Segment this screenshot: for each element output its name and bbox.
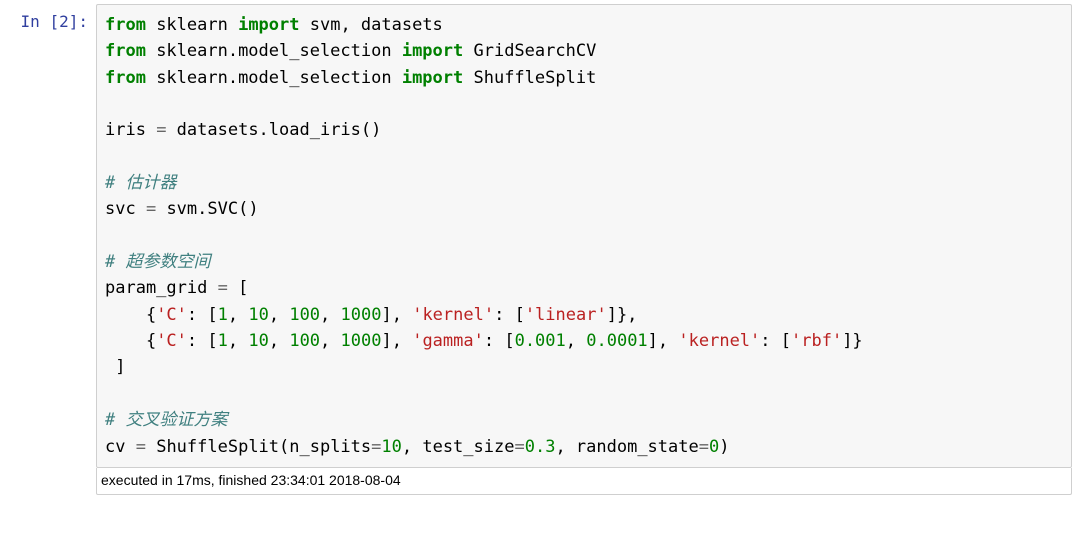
string-c: 'C': [156, 331, 187, 351]
keyword-from: from: [105, 41, 146, 61]
string-rbf: 'rbf': [791, 331, 842, 351]
num: 1000: [341, 305, 382, 325]
bracket-text: [: [228, 278, 248, 298]
input-prompt: In [2]:: [0, 4, 96, 495]
var-text: cv: [105, 437, 136, 457]
punct: : [: [187, 331, 218, 351]
bracket-close: ]: [105, 357, 125, 377]
prompt-spaces: [40, 12, 50, 31]
comment-text: # 超参数空间: [105, 252, 210, 272]
keyword-import: import: [402, 68, 463, 88]
string-gamma: 'gamma': [412, 331, 484, 351]
punct: ],: [381, 331, 412, 351]
punct: ]}: [842, 331, 862, 351]
string-kernel: 'kernel': [678, 331, 760, 351]
num: 0.001: [515, 331, 566, 351]
indent-brace: {: [105, 305, 156, 325]
punct: : [: [187, 305, 218, 325]
exec-text: executed in 17ms, finished 23:34:01 2018…: [101, 472, 401, 488]
keyword-import: import: [402, 41, 463, 61]
punct: : [: [484, 331, 515, 351]
op-eq: =: [514, 437, 524, 457]
op-eq: =: [371, 437, 381, 457]
keyword-from: from: [105, 68, 146, 88]
string-c: 'C': [156, 305, 187, 325]
punct: : [: [494, 305, 525, 325]
num: 10: [248, 305, 268, 325]
num: 0.3: [525, 437, 556, 457]
comment-text: # 估计器: [105, 173, 176, 193]
names-text: svm, datasets: [300, 15, 443, 35]
num: 100: [289, 331, 320, 351]
names-text: ShuffleSplit: [463, 68, 596, 88]
execution-timing: executed in 17ms, finished 23:34:01 2018…: [96, 468, 1072, 495]
indent-brace: {: [105, 331, 156, 351]
punct: : [: [760, 331, 791, 351]
num: 10: [248, 331, 268, 351]
sep: ,: [320, 331, 340, 351]
prompt-open: [: [49, 12, 59, 31]
string-kernel: 'kernel': [412, 305, 494, 325]
punct: ],: [381, 305, 412, 325]
var-text: iris: [105, 120, 156, 140]
num: 10: [381, 437, 401, 457]
op-eq: =: [146, 199, 156, 219]
op-eq: =: [699, 437, 709, 457]
module-text: sklearn.model_selection: [146, 41, 402, 61]
num: 1: [218, 305, 228, 325]
punct: ],: [648, 331, 679, 351]
keyword-import: import: [238, 15, 299, 35]
code-content[interactable]: from sklearn import svm, datasets from s…: [105, 12, 1063, 460]
string-linear: 'linear': [525, 305, 607, 325]
prompt-close: ]:: [69, 12, 88, 31]
sep: ,: [320, 305, 340, 325]
punct: ]},: [607, 305, 638, 325]
keyword-from: from: [105, 15, 146, 35]
call-text: svm.SVC(): [156, 199, 258, 219]
num: 0.0001: [586, 331, 647, 351]
sep: ,: [228, 331, 248, 351]
module-text: sklearn: [146, 15, 238, 35]
sep: ,: [269, 331, 289, 351]
sep: ,: [228, 305, 248, 325]
var-text: param_grid: [105, 278, 218, 298]
code-editor[interactable]: from sklearn import svm, datasets from s…: [96, 4, 1072, 468]
num: 1: [218, 331, 228, 351]
call-text: datasets.load_iris(): [166, 120, 381, 140]
num: 1000: [341, 331, 382, 351]
arg-text: , test_size: [402, 437, 515, 457]
sep: ,: [566, 331, 586, 351]
op-eq: =: [136, 437, 146, 457]
names-text: GridSearchCV: [463, 41, 596, 61]
num: 100: [289, 305, 320, 325]
notebook-cell: In [2]: from sklearn import svm, dataset…: [0, 0, 1080, 495]
paren-close: ): [719, 437, 729, 457]
code-column: from sklearn import svm, datasets from s…: [96, 4, 1080, 495]
op-eq: =: [156, 120, 166, 140]
call-text: ShuffleSplit(n_splits: [146, 437, 371, 457]
var-text: svc: [105, 199, 146, 219]
op-eq: =: [218, 278, 228, 298]
sep: ,: [269, 305, 289, 325]
prompt-in: In: [21, 12, 40, 31]
num: 0: [709, 437, 719, 457]
comment-text: # 交叉验证方案: [105, 410, 227, 430]
module-text: sklearn.model_selection: [146, 68, 402, 88]
arg-text: , random_state: [555, 437, 698, 457]
prompt-number: 2: [59, 12, 69, 31]
